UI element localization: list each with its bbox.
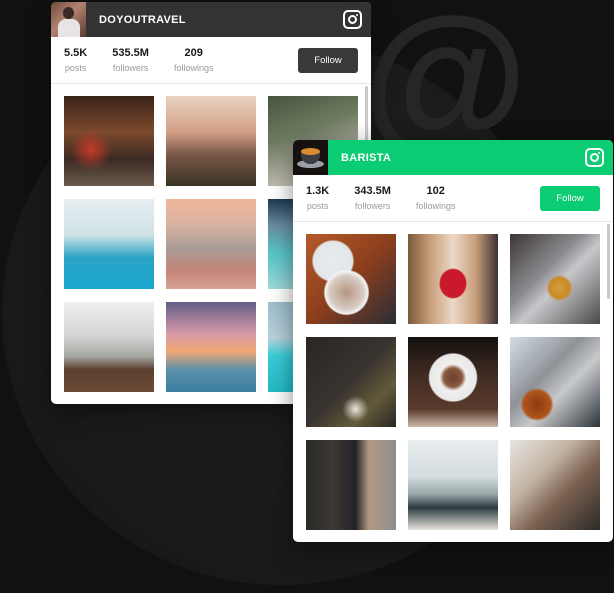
photo-tile[interactable]: [166, 302, 256, 392]
stat-label: followings: [173, 63, 214, 73]
profile-username[interactable]: BARISTA: [341, 152, 391, 164]
stat-value: 102: [426, 185, 445, 197]
scrollbar[interactable]: [607, 224, 610, 299]
stat-value: 535.5M: [112, 47, 149, 59]
stat-label: followings: [415, 201, 456, 211]
instagram-icon[interactable]: [343, 10, 362, 29]
widget-header: DOYOUTRAVEL: [51, 2, 371, 37]
photo-tile[interactable]: [64, 96, 154, 186]
at-sign-glyph: @: [365, 8, 525, 148]
stat-label: posts: [64, 63, 87, 73]
photo-tile[interactable]: [408, 234, 498, 324]
stat-value: 343.5M: [354, 185, 391, 197]
avatar-person-body: [58, 19, 80, 37]
stat-value: 5.5K: [64, 47, 88, 59]
photo-grid: [306, 234, 606, 530]
stat-label: posts: [306, 201, 329, 211]
avatar-crema: [301, 148, 320, 155]
profile-username[interactable]: DOYOUTRAVEL: [99, 14, 186, 26]
profile-stats: 5.5K posts 535.5M followers 209 followin…: [51, 37, 371, 84]
stat-followers: 535.5M followers: [112, 46, 149, 74]
photo-tile[interactable]: [64, 199, 154, 289]
follow-button[interactable]: Follow: [540, 186, 600, 211]
profile-stats: 1.3K posts 343.5M followers 102 followin…: [293, 175, 613, 222]
avatar-person-head: [63, 7, 74, 19]
stat-posts: 1.3K posts: [306, 184, 329, 212]
stat-value: 209: [184, 47, 203, 59]
stat-value: 1.3K: [306, 185, 330, 197]
photo-tile[interactable]: [306, 234, 396, 324]
instagram-icon[interactable]: [585, 148, 604, 167]
at-sign-decoration-icon: @: [365, 8, 525, 148]
photo-tile[interactable]: [166, 199, 256, 289]
stat-followings: 209 followings: [174, 46, 214, 74]
photo-tile[interactable]: [306, 337, 396, 427]
stat-label: followers: [354, 201, 391, 211]
follow-button[interactable]: Follow: [298, 48, 358, 73]
profile-avatar[interactable]: [51, 2, 86, 37]
stat-followings: 102 followings: [416, 184, 456, 212]
photo-tile[interactable]: [166, 96, 256, 186]
photo-tile[interactable]: [64, 302, 154, 392]
widget-header: BARISTA: [293, 140, 613, 175]
photo-tile[interactable]: [306, 440, 396, 530]
instagram-widget-barista: BARISTA 1.3K posts 343.5M followers 102 …: [293, 140, 613, 542]
photo-tile[interactable]: [510, 234, 600, 324]
stat-posts: 5.5K posts: [64, 46, 87, 74]
stat-label: followers: [112, 63, 149, 73]
photo-tile[interactable]: [408, 440, 498, 530]
stat-followers: 343.5M followers: [354, 184, 391, 212]
photo-tile[interactable]: [510, 440, 600, 530]
photo-tile[interactable]: [510, 337, 600, 427]
photo-tile[interactable]: [408, 337, 498, 427]
profile-avatar[interactable]: [293, 140, 328, 175]
